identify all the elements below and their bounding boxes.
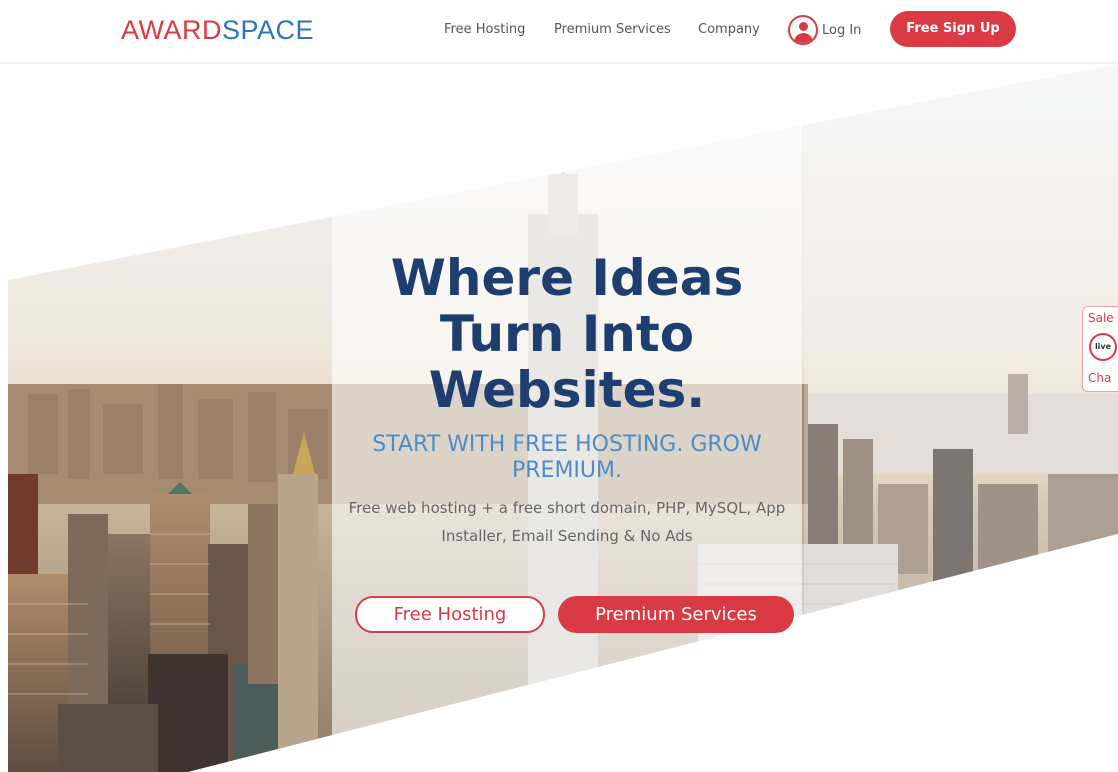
chat-tab-bottom-text: Cha bbox=[1088, 371, 1112, 385]
premium-services-button[interactable]: Premium Services bbox=[558, 596, 794, 633]
hero-section: Where Ideas Turn Into Websites. START WI… bbox=[8, 64, 1118, 772]
chat-bubble-icon: live bbox=[1089, 333, 1117, 361]
site-header: AWARDSPACE Free Hosting Premium Services… bbox=[0, 0, 1118, 64]
nav-premium-services[interactable]: Premium Services bbox=[554, 20, 671, 40]
logo-word-space: SPACE bbox=[222, 15, 315, 45]
user-icon bbox=[788, 15, 818, 45]
awardspace-logo[interactable]: AWARDSPACE bbox=[121, 14, 314, 46]
login-label: Log In bbox=[822, 22, 862, 38]
nav-company[interactable]: Company bbox=[698, 20, 760, 40]
hero-subheadline: START WITH FREE HOSTING. GROW PREMIUM. bbox=[372, 432, 762, 483]
chat-bubble-text: live bbox=[1094, 342, 1112, 351]
nav-free-hosting[interactable]: Free Hosting bbox=[444, 20, 525, 40]
sales-chat-tab[interactable]: Sale live Cha bbox=[1082, 306, 1118, 392]
logo-word-award: AWARD bbox=[121, 15, 222, 45]
hero-description: Free web hosting + a free short domain, … bbox=[348, 499, 786, 545]
chat-tab-top-text: Sale bbox=[1088, 311, 1114, 325]
free-hosting-button[interactable]: Free Hosting bbox=[355, 596, 545, 633]
login-link[interactable]: Log In bbox=[788, 13, 861, 47]
hero-headline: Where Ideas Turn Into Websites. bbox=[390, 249, 744, 419]
free-sign-up-button[interactable]: Free Sign Up bbox=[890, 11, 1016, 47]
